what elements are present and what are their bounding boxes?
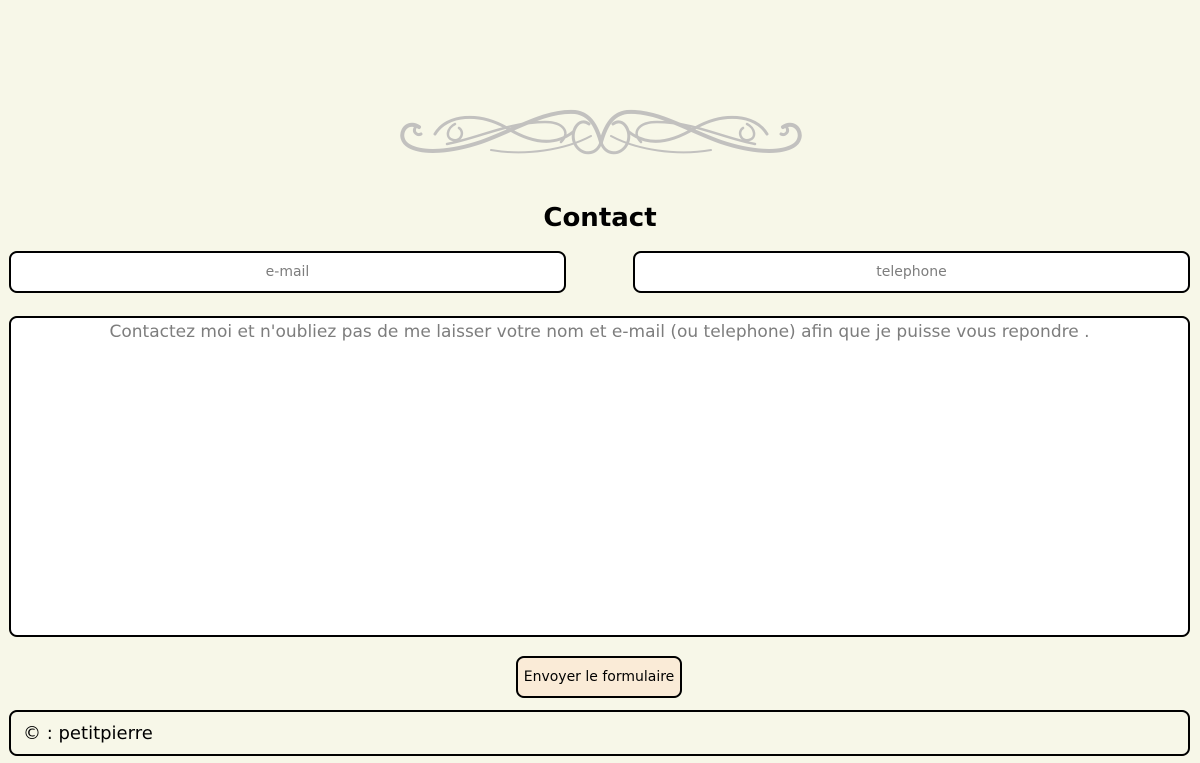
telephone-field[interactable] <box>633 251 1190 293</box>
ornamental-flourish-icon <box>400 109 802 155</box>
page-title: Contact <box>543 203 657 233</box>
email-field[interactable] <box>9 251 566 293</box>
footer: © : petitpierre <box>9 710 1190 756</box>
message-textarea[interactable] <box>9 316 1190 637</box>
submit-form-button[interactable]: Envoyer le formulaire <box>516 656 682 698</box>
copyright-text: © : petitpierre <box>23 722 153 744</box>
contact-page: Contact Envoyer le formulaire © : petitp… <box>0 0 1200 763</box>
